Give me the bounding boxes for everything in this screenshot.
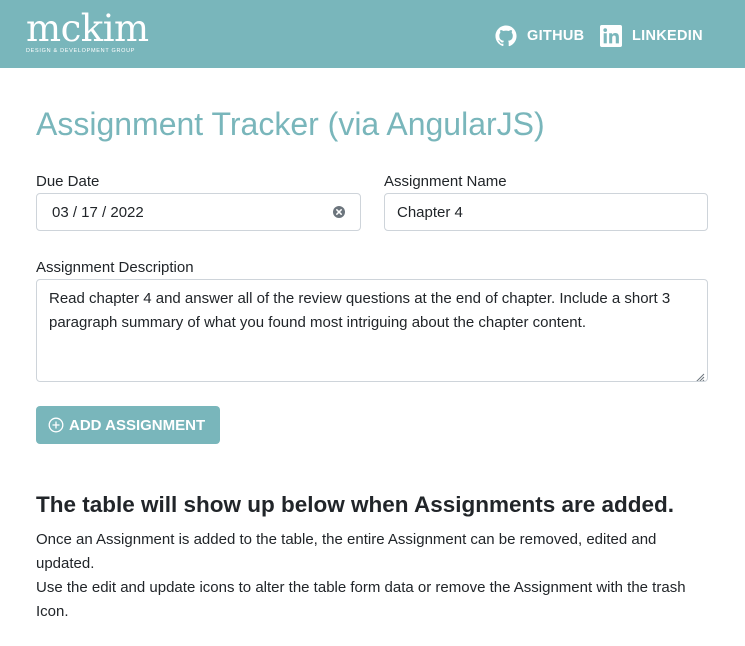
add-assignment-label: ADD ASSIGNMENT (69, 416, 206, 434)
plus-circle-icon (48, 417, 64, 433)
due-date-input[interactable]: 03 / 17 / 2022 (36, 193, 361, 231)
assignment-description-textarea[interactable]: Read chapter 4 and answer all of the rev… (36, 279, 708, 382)
linkedin-link[interactable]: LINKEDIN (600, 24, 703, 48)
linkedin-label: LINKEDIN (632, 28, 703, 44)
brand-name: mckim (26, 7, 149, 50)
info-heading: The table will show up below when Assign… (36, 492, 675, 517)
clear-date-icon[interactable] (333, 206, 345, 218)
assignment-name-input[interactable]: Chapter 4 (384, 193, 708, 231)
github-icon (495, 25, 517, 47)
github-link[interactable]: GITHUB (495, 24, 584, 48)
brand-tagline: DESIGN & DEVELOPMENT GROUP (26, 48, 136, 54)
linkedin-icon (600, 25, 622, 47)
assignment-description-value: Read chapter 4 and answer all of the rev… (49, 290, 671, 331)
info-paragraph-1: Once an Assignment is added to the table… (36, 531, 657, 572)
brand-logo[interactable]: mckim DESIGN & DEVELOPMENT GROUP (26, 7, 149, 55)
assignment-description-label: Assignment Description (36, 259, 194, 276)
github-label: GITHUB (527, 28, 585, 44)
info-paragraph-2: Use the edit and update icons to alter t… (36, 579, 686, 620)
due-date-value: 03 / 17 / 2022 (52, 203, 144, 221)
page-title: Assignment Tracker (via AngularJS) (36, 106, 545, 142)
assignment-name-value: Chapter 4 (397, 203, 463, 221)
assignment-name-label: Assignment Name (384, 173, 507, 190)
top-navbar: mckim DESIGN & DEVELOPMENT GROUP GITHUB … (0, 0, 745, 68)
due-date-label: Due Date (36, 173, 100, 190)
add-assignment-button[interactable]: ADD ASSIGNMENT (36, 406, 220, 444)
resize-grip-icon[interactable] (693, 367, 705, 381)
